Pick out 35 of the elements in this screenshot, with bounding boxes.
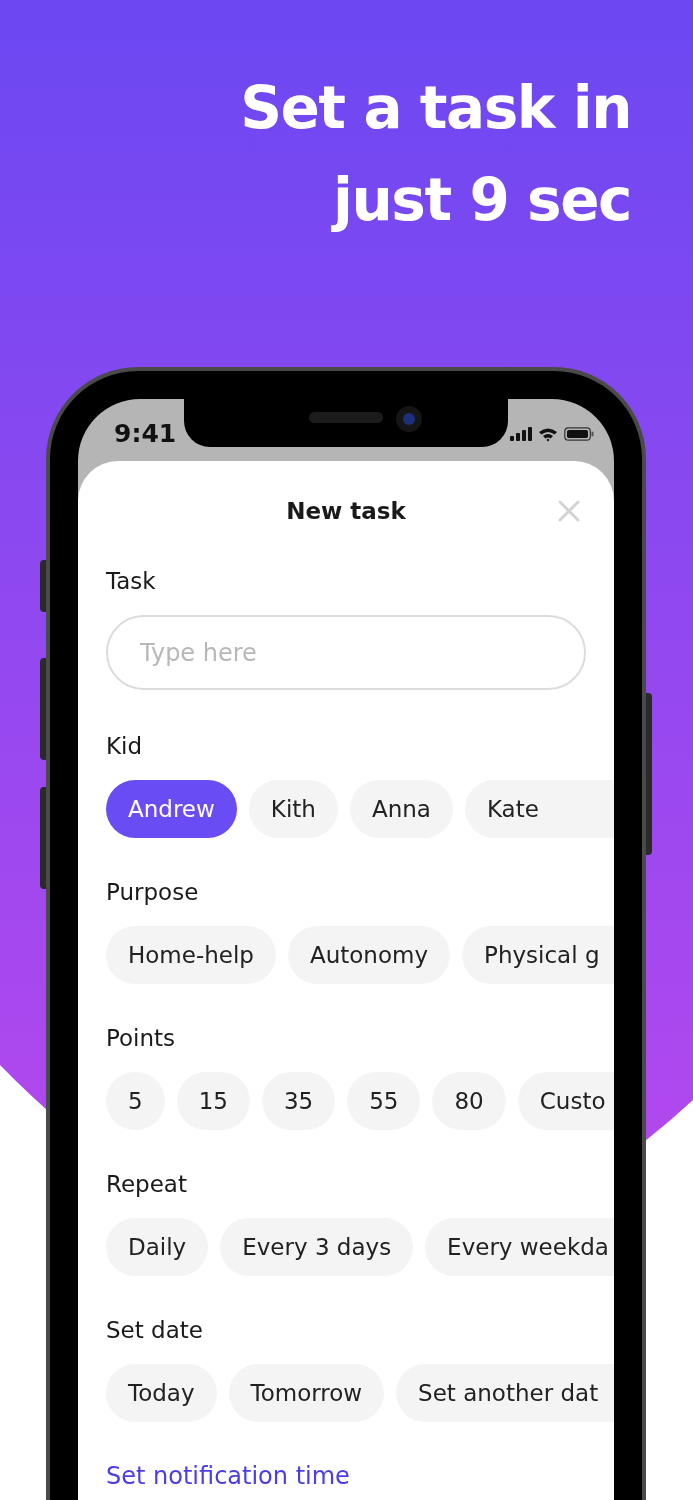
chip[interactable]: Physical g (462, 926, 614, 984)
chip[interactable]: 80 (432, 1072, 506, 1130)
chip[interactable]: 55 (347, 1072, 421, 1130)
sheet-title: New task (286, 497, 406, 526)
chip[interactable]: Tomorrow (228, 1364, 385, 1422)
chip[interactable]: Home-help (106, 926, 276, 984)
chip[interactable]: 15 (176, 1072, 250, 1130)
chip[interactable]: Kate (464, 780, 614, 838)
battery-icon (564, 427, 594, 441)
notification-time-link[interactable]: Set notification time (106, 1460, 350, 1492)
chip[interactable]: Set another dat (396, 1364, 614, 1422)
headline: Set a task in just 9 sec (239, 73, 631, 236)
camera-icon (396, 406, 422, 432)
section-label: Set date (106, 1316, 203, 1345)
signal-icon (510, 427, 532, 441)
chip[interactable]: Andrew (106, 780, 237, 838)
status-time: 9:41 (114, 418, 177, 451)
section-label: Task (106, 567, 156, 596)
chip[interactable]: Anna (349, 780, 453, 838)
chip[interactable]: Every weekda (425, 1218, 614, 1276)
section-label: Kid (106, 732, 143, 761)
task-input-field[interactable]: Type here (106, 615, 586, 690)
chip[interactable]: Daily (106, 1218, 209, 1276)
chip[interactable]: Custo (517, 1072, 614, 1130)
section-label: Points (106, 1024, 176, 1053)
section-label: Purpose (106, 878, 199, 907)
chip[interactable]: 5 (106, 1072, 165, 1130)
chip[interactable]: Autonomy (287, 926, 451, 984)
section-label: Repeat (106, 1170, 187, 1199)
chip[interactable]: Every 3 days (220, 1218, 414, 1276)
chip[interactable]: Kith (248, 780, 338, 838)
chip[interactable]: 35 (261, 1072, 336, 1130)
chip[interactable]: Today (106, 1364, 217, 1422)
close-icon[interactable] (558, 500, 580, 522)
wifi-icon (538, 426, 558, 442)
